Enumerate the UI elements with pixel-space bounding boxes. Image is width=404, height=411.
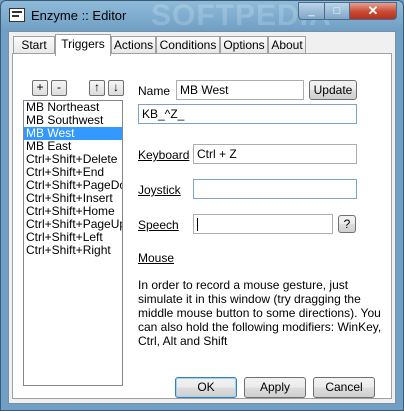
tab-conditions[interactable]: Conditions bbox=[156, 36, 220, 54]
apply-button[interactable]: Apply bbox=[244, 377, 306, 398]
maximize-button[interactable]: □ bbox=[324, 2, 350, 20]
joystick-label: Joystick bbox=[138, 183, 181, 197]
tab-triggers[interactable]: Triggers bbox=[55, 34, 111, 56]
add-trigger-button[interactable]: + bbox=[32, 80, 48, 96]
joystick-field[interactable] bbox=[193, 179, 357, 199]
text-caret bbox=[197, 218, 198, 232]
client-area: Start Triggers Actions Conditions Option… bbox=[8, 31, 396, 404]
tab-about[interactable]: About bbox=[268, 36, 306, 54]
triggers-panel: + - ↑ ↓ MB Northeast MB Southwest MB Wes… bbox=[12, 53, 392, 399]
cancel-button[interactable]: Cancel bbox=[313, 377, 375, 398]
mouse-label: Mouse bbox=[138, 251, 175, 265]
editor-window: Enzyme :: Editor SOFTPEDIA _ □ ✕ Start T… bbox=[0, 0, 404, 411]
move-up-button[interactable]: ↑ bbox=[89, 80, 105, 96]
update-button[interactable]: Update bbox=[309, 80, 357, 100]
mouse-gesture-help: In order to record a mouse gesture, just… bbox=[138, 278, 382, 348]
close-button[interactable]: ✕ bbox=[349, 2, 397, 20]
name-field[interactable]: MB West bbox=[176, 80, 304, 100]
list-item[interactable]: Ctrl+Shift+Right bbox=[24, 244, 122, 257]
move-down-button[interactable]: ↓ bbox=[108, 80, 124, 96]
keyboard-field[interactable]: Ctrl + Z bbox=[193, 144, 357, 164]
speech-label: Speech bbox=[138, 218, 179, 232]
tab-options[interactable]: Options bbox=[220, 36, 268, 54]
speech-field[interactable] bbox=[193, 214, 333, 234]
name-label: Name bbox=[138, 84, 171, 98]
tab-start[interactable]: Start bbox=[13, 36, 55, 54]
minimize-button[interactable]: _ bbox=[298, 2, 325, 20]
tab-actions[interactable]: Actions bbox=[111, 36, 156, 54]
triggers-list[interactable]: MB Northeast MB Southwest MB West MB Eas… bbox=[23, 100, 123, 386]
speech-help-button[interactable]: ? bbox=[338, 215, 356, 233]
app-icon bbox=[9, 8, 25, 22]
trigger-code-field[interactable]: KB_^Z_ bbox=[138, 104, 357, 124]
remove-trigger-button[interactable]: - bbox=[51, 80, 67, 96]
keyboard-label: Keyboard bbox=[138, 148, 190, 162]
title-bar[interactable]: Enzyme :: Editor SOFTPEDIA _ □ ✕ bbox=[1, 1, 403, 32]
ok-button[interactable]: OK bbox=[175, 377, 237, 398]
window-title: Enzyme :: Editor bbox=[31, 8, 127, 23]
